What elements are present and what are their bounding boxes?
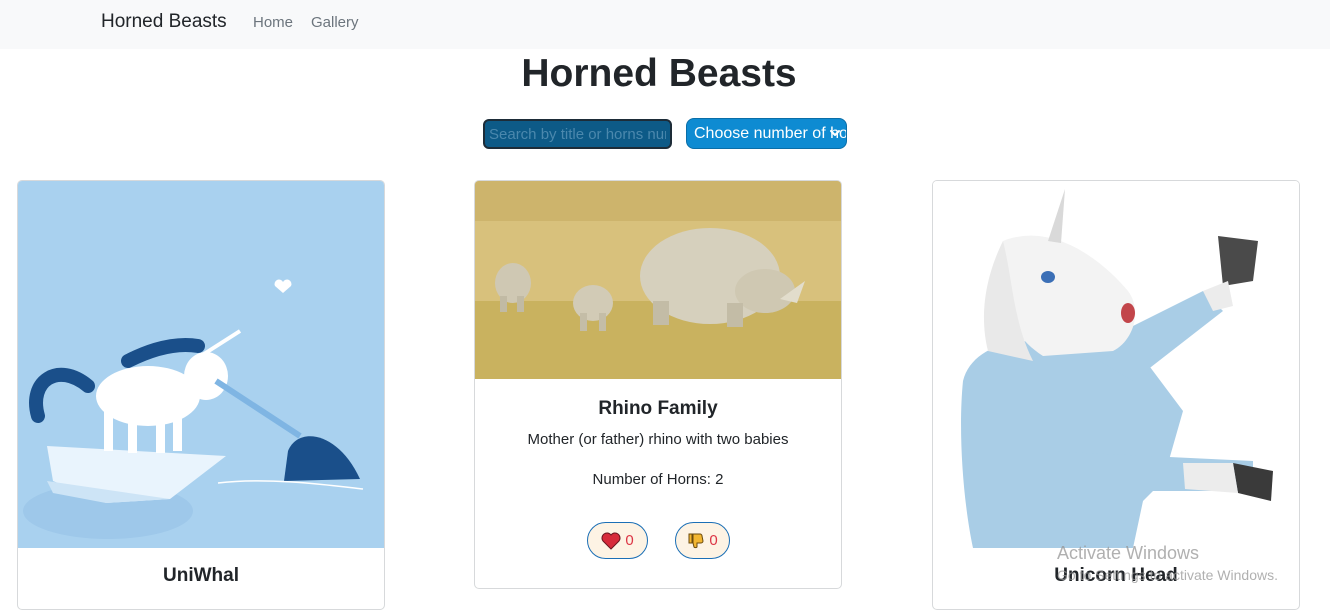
rhino-family-image[interactable] — [475, 181, 842, 379]
chevron-down-icon — [830, 130, 840, 136]
heart-icon — [601, 532, 621, 550]
beast-card-uniwhal[interactable]: UniWhal — [17, 180, 385, 610]
like-count: 0 — [625, 532, 634, 549]
windows-activation-watermark-text: Go to Settings to activate Windows. — [1057, 567, 1278, 583]
dislike-button[interactable]: 0 — [675, 522, 730, 559]
page-title: Horned Beasts — [521, 52, 797, 95]
nav-link-gallery[interactable]: Gallery — [311, 14, 359, 31]
thumbs-down-icon — [688, 533, 704, 548]
unicorn-head-image[interactable] — [933, 181, 1300, 548]
card-title: UniWhal — [163, 565, 239, 586]
nav-link-home[interactable]: Home — [253, 14, 293, 31]
navbar-brand[interactable]: Horned Beasts — [101, 11, 227, 33]
horns-select[interactable]: Choose number of horns — [686, 118, 847, 149]
horns-select-value: Choose number of horns — [694, 125, 847, 142]
navbar: Horned Beasts Home Gallery — [0, 0, 1330, 49]
search-input[interactable] — [483, 119, 672, 149]
windows-activation-watermark-title: Activate Windows — [1057, 543, 1200, 563]
uniwhal-image[interactable] — [18, 181, 385, 548]
like-button[interactable]: 0 — [587, 522, 648, 559]
card-title: Rhino Family — [598, 398, 718, 419]
horns-count: Number of Horns: 2 — [592, 471, 724, 488]
dislike-count: 0 — [709, 532, 718, 549]
card-description: Mother (or father) rhino with two babies — [527, 431, 789, 448]
beast-card-rhino-family[interactable]: Rhino Family Mother (or father) rhino wi… — [474, 180, 842, 589]
